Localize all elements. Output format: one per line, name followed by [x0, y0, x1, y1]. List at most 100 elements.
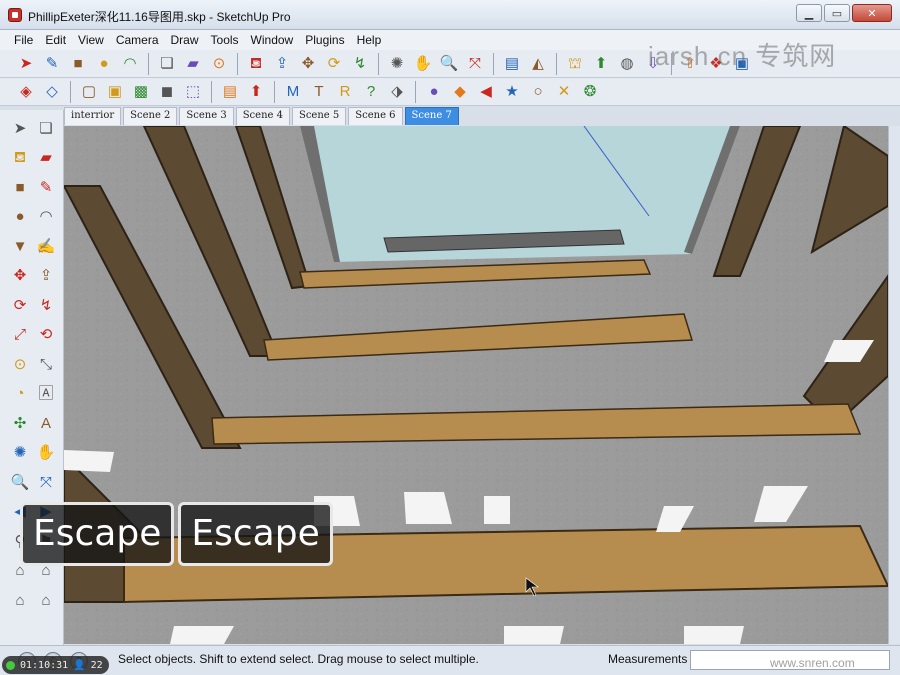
plugin-m-icon[interactable]: M	[281, 80, 305, 104]
dimension-icon[interactable]: ⤡	[34, 352, 58, 376]
xray-face-style-icon[interactable]: ◈	[14, 80, 38, 104]
eraser-icon[interactable]: ▰	[34, 146, 58, 170]
gold-star-icon[interactable]: ★	[500, 80, 524, 104]
share-model-icon[interactable]: ⬆	[589, 52, 613, 76]
rotate-icon[interactable]: ⟳	[8, 293, 32, 317]
freehand-icon[interactable]: ✍	[34, 234, 58, 258]
toolbar-separator	[274, 80, 275, 103]
menu-draw[interactable]: Draw	[165, 33, 205, 47]
help-circle-icon[interactable]: ?	[359, 80, 383, 104]
cross-arrows-icon[interactable]: ✕	[552, 80, 576, 104]
menu-window[interactable]: Window	[245, 33, 300, 47]
zoom-icon[interactable]: 🔍	[437, 52, 461, 76]
tape-measure-icon[interactable]: ⊙	[207, 52, 231, 76]
menu-help[interactable]: Help	[351, 33, 388, 47]
arc-icon[interactable]: ◠	[34, 205, 58, 229]
follow-me-icon[interactable]: ↯	[34, 293, 58, 317]
move-icon[interactable]: ✥	[8, 264, 32, 288]
close-button[interactable]: ✕	[852, 4, 892, 22]
shadow-plugin-icon[interactable]: ◆	[448, 80, 472, 104]
white-sphere-icon[interactable]: ○	[526, 80, 550, 104]
tag-plugin-icon[interactable]: ⬗	[385, 80, 409, 104]
add-location-icon[interactable]: ▤	[500, 52, 524, 76]
rotate-icon[interactable]: ⟳	[322, 52, 346, 76]
pan-hand-icon[interactable]: ✋	[34, 441, 58, 465]
green-arrow-icon[interactable]: ⬆	[244, 80, 268, 104]
light-patch-4	[404, 492, 452, 524]
scene-tab[interactable]: Scene 2	[123, 107, 178, 125]
menu-camera[interactable]: Camera	[110, 33, 165, 47]
shaded-texture-style-icon[interactable]: ▩	[129, 80, 153, 104]
back-edges-style-icon[interactable]: ⬚	[181, 80, 205, 104]
monochrome-style-icon[interactable]: ◼	[155, 80, 179, 104]
get-models-icon[interactable]: ⛫	[563, 52, 587, 76]
circle-icon[interactable]: ●	[8, 205, 32, 229]
tape-measure-icon[interactable]: ⊙	[8, 352, 32, 376]
rectangle-icon[interactable]: ■	[66, 52, 90, 76]
follow-me-icon[interactable]: ↯	[348, 52, 372, 76]
zoom-extents-icon[interactable]: ⤧	[463, 52, 487, 76]
minimize-button[interactable]: ▁	[796, 4, 822, 22]
arc-icon[interactable]: ◠	[118, 52, 142, 76]
axes-icon[interactable]: ✣	[8, 411, 32, 435]
wireframe-style-icon[interactable]: ◇	[40, 80, 64, 104]
back-view-icon[interactable]: ⌂	[8, 588, 32, 612]
polygon-icon[interactable]: ▼	[8, 234, 32, 258]
menu-file[interactable]: File	[8, 33, 39, 47]
leaf-plugin-icon[interactable]: ◀	[474, 80, 498, 104]
scene-tab[interactable]: Scene 3	[179, 107, 234, 125]
push-pull-icon[interactable]: ⇪	[34, 264, 58, 288]
line-pencil-icon[interactable]: ✎	[34, 175, 58, 199]
orbit-icon[interactable]: ✺	[385, 52, 409, 76]
3d-text-icon[interactable]: A	[34, 411, 58, 435]
status-bar: ◎ © ? Select objects. Shift to extend se…	[0, 645, 900, 675]
scale-icon[interactable]: ⤢	[8, 323, 32, 347]
google-earth-icon[interactable]: ◍	[615, 52, 639, 76]
line-pencil-icon[interactable]: ✎	[40, 52, 64, 76]
push-pull-icon[interactable]: ⇪	[270, 52, 294, 76]
menu-plugins[interactable]: Plugins	[299, 33, 350, 47]
toggle-terrain-icon[interactable]: ◭	[526, 52, 550, 76]
protractor-icon[interactable]: ◔	[8, 382, 32, 406]
pan-hand-icon[interactable]: ✋	[411, 52, 435, 76]
window-title: PhillipExeter深化11.16导图用.skp - SketchUp P…	[28, 10, 291, 24]
move-icon[interactable]: ✥	[296, 52, 320, 76]
menu-view[interactable]: View	[72, 33, 110, 47]
offset-icon[interactable]: ⟲	[34, 323, 58, 347]
model-viewport[interactable]	[64, 126, 888, 644]
paint-bucket-icon[interactable]: ⛾	[244, 52, 268, 76]
atrium-view[interactable]	[64, 126, 888, 644]
plugin-r-icon[interactable]: R	[333, 80, 357, 104]
zoom-extents-icon[interactable]: ⤧	[34, 470, 58, 494]
zoom-icon[interactable]: 🔍	[8, 470, 32, 494]
title-bar: PhillipExeter深化11.16导图用.skp - SketchUp P…	[0, 0, 900, 30]
select-arrow-icon[interactable]: ➤	[14, 52, 38, 76]
eraser-icon[interactable]: ▰	[181, 52, 205, 76]
sphere-plugin-icon[interactable]: ●	[422, 80, 446, 104]
rectangle-icon[interactable]: ■	[8, 175, 32, 199]
select-arrow-icon[interactable]: ➤	[8, 116, 32, 140]
side-view-icon[interactable]: ⌂	[34, 588, 58, 612]
paint-bucket-icon[interactable]: ⛾	[8, 146, 32, 170]
scene-tab[interactable]: interrior	[64, 107, 122, 125]
sketchup-window: PhillipExeter深化11.16导图用.skp - SketchUp P…	[0, 0, 900, 675]
menu-edit[interactable]: Edit	[39, 33, 72, 47]
scene-tab[interactable]: Scene 7	[404, 107, 459, 125]
orbit-icon[interactable]: ✺	[8, 441, 32, 465]
make-component-icon[interactable]: ❏	[155, 52, 179, 76]
scene-tab[interactable]: Scene 4	[235, 107, 290, 125]
plugin-t-icon[interactable]: T	[307, 80, 331, 104]
text-icon[interactable]: 🄰	[34, 382, 58, 406]
shaded-style-icon[interactable]: ▣	[103, 80, 127, 104]
component-icon[interactable]: ❏	[34, 116, 58, 140]
material-swatch-icon[interactable]: ▤	[218, 80, 242, 104]
hidden-line-style-icon[interactable]: ▢	[77, 80, 101, 104]
rainbow-spiral-icon[interactable]: ❂	[578, 80, 602, 104]
maximize-button[interactable]: ▭	[824, 4, 850, 22]
scene-tab[interactable]: Scene 5	[291, 107, 347, 125]
circle-icon[interactable]: ●	[92, 52, 116, 76]
scene-tab[interactable]: Scene 6	[348, 107, 403, 125]
viewport-scrollbar[interactable]	[888, 126, 900, 644]
menu-tools[interactable]: Tools	[205, 33, 245, 47]
toolbar-separator	[148, 52, 149, 75]
